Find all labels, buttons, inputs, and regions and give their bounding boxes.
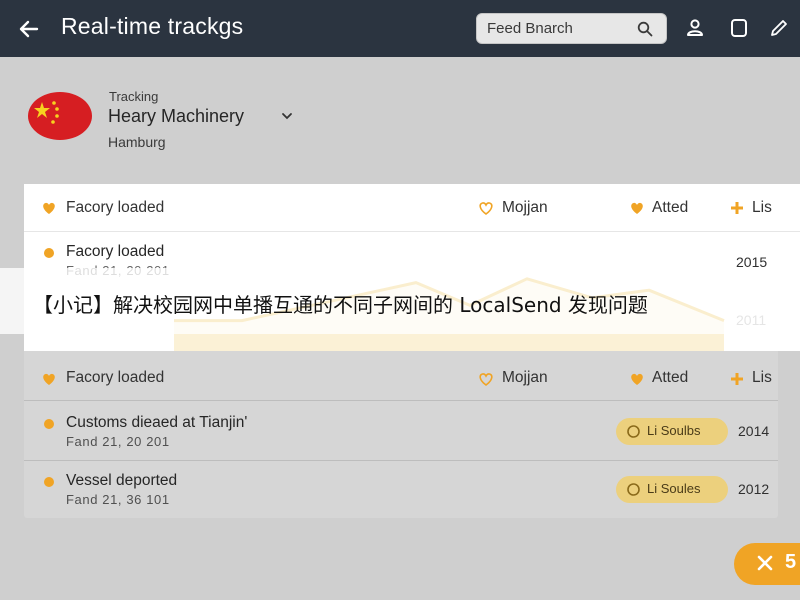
circle-icon bbox=[627, 483, 640, 496]
event-title: Facory loaded bbox=[66, 243, 165, 260]
city-label: Hamburg bbox=[108, 134, 166, 150]
tracking-label: Tracking bbox=[109, 89, 159, 104]
column-list-label: Lis bbox=[752, 369, 772, 386]
plus-icon bbox=[731, 202, 743, 214]
company-selector[interactable]: Heary Machinery bbox=[108, 106, 244, 127]
heart-icon bbox=[43, 202, 55, 214]
status-dot bbox=[44, 477, 54, 487]
search-box[interactable] bbox=[476, 13, 667, 44]
divider bbox=[24, 460, 778, 461]
circle-icon bbox=[627, 425, 640, 438]
pen-icon[interactable] bbox=[768, 17, 790, 39]
square-icon[interactable] bbox=[728, 17, 750, 39]
status-badge-label: Li Soulbs bbox=[647, 423, 701, 438]
column-list-label: Lis bbox=[752, 199, 772, 216]
plus-icon bbox=[731, 373, 743, 385]
fab-label: 5 bbox=[785, 551, 797, 573]
event-title: Vessel deported bbox=[66, 472, 178, 489]
top-app-bar: Real-time trackgs bbox=[0, 0, 800, 57]
event-year: 2012 bbox=[738, 481, 770, 497]
table-header-lower: Facory loaded Mojjan Atted Lis bbox=[24, 356, 778, 400]
heart-icon bbox=[43, 373, 55, 385]
close-icon bbox=[757, 555, 773, 571]
banner-text: 【小记】解决校园网中单播互通的不同子网间的 LocalSend 发现问题 bbox=[33, 293, 648, 317]
column-factory-label: Facory loaded bbox=[66, 199, 165, 216]
user-icon[interactable] bbox=[684, 17, 706, 39]
status-badge-label: Li Soules bbox=[647, 481, 701, 496]
column-factory-label: Facory loaded bbox=[66, 369, 165, 386]
chevron-down-icon[interactable] bbox=[281, 110, 293, 122]
search-icon[interactable] bbox=[637, 21, 653, 37]
status-dot bbox=[44, 248, 54, 258]
divider bbox=[24, 400, 778, 401]
china-flag-icon bbox=[28, 92, 92, 140]
event-year: 2014 bbox=[738, 423, 770, 439]
page-title: Real-time trackgs bbox=[61, 13, 244, 39]
status-badge[interactable]: Li Soulbs bbox=[616, 418, 728, 445]
heart-outline-icon bbox=[479, 202, 493, 215]
event-date: Fand 21, 20 201 bbox=[66, 434, 170, 449]
floating-action-button[interactable]: 5 bbox=[734, 543, 800, 585]
column-status-label: Atted bbox=[652, 369, 689, 386]
list-item[interactable]: Customs dieaed at Tianjin' Fand 21, 20 2… bbox=[24, 410, 778, 460]
heart-outline-icon bbox=[479, 373, 493, 386]
status-badge[interactable]: Li Soules bbox=[616, 476, 728, 503]
status-dot bbox=[44, 419, 54, 429]
back-arrow-icon[interactable] bbox=[14, 14, 44, 44]
heart-icon bbox=[631, 373, 643, 385]
divider bbox=[24, 231, 800, 232]
event-title: Customs dieaed at Tianjin' bbox=[66, 414, 248, 431]
search-input[interactable] bbox=[477, 14, 633, 43]
column-port-label: Mojjan bbox=[502, 199, 548, 216]
event-date: Fand 21, 36 101 bbox=[66, 492, 170, 507]
column-port-label: Mojjan bbox=[502, 369, 548, 386]
heart-icon bbox=[631, 202, 643, 214]
column-status-label: Atted bbox=[652, 199, 689, 216]
list-item[interactable]: Vessel deported Fand 21, 36 101 Li Soule… bbox=[24, 468, 778, 518]
